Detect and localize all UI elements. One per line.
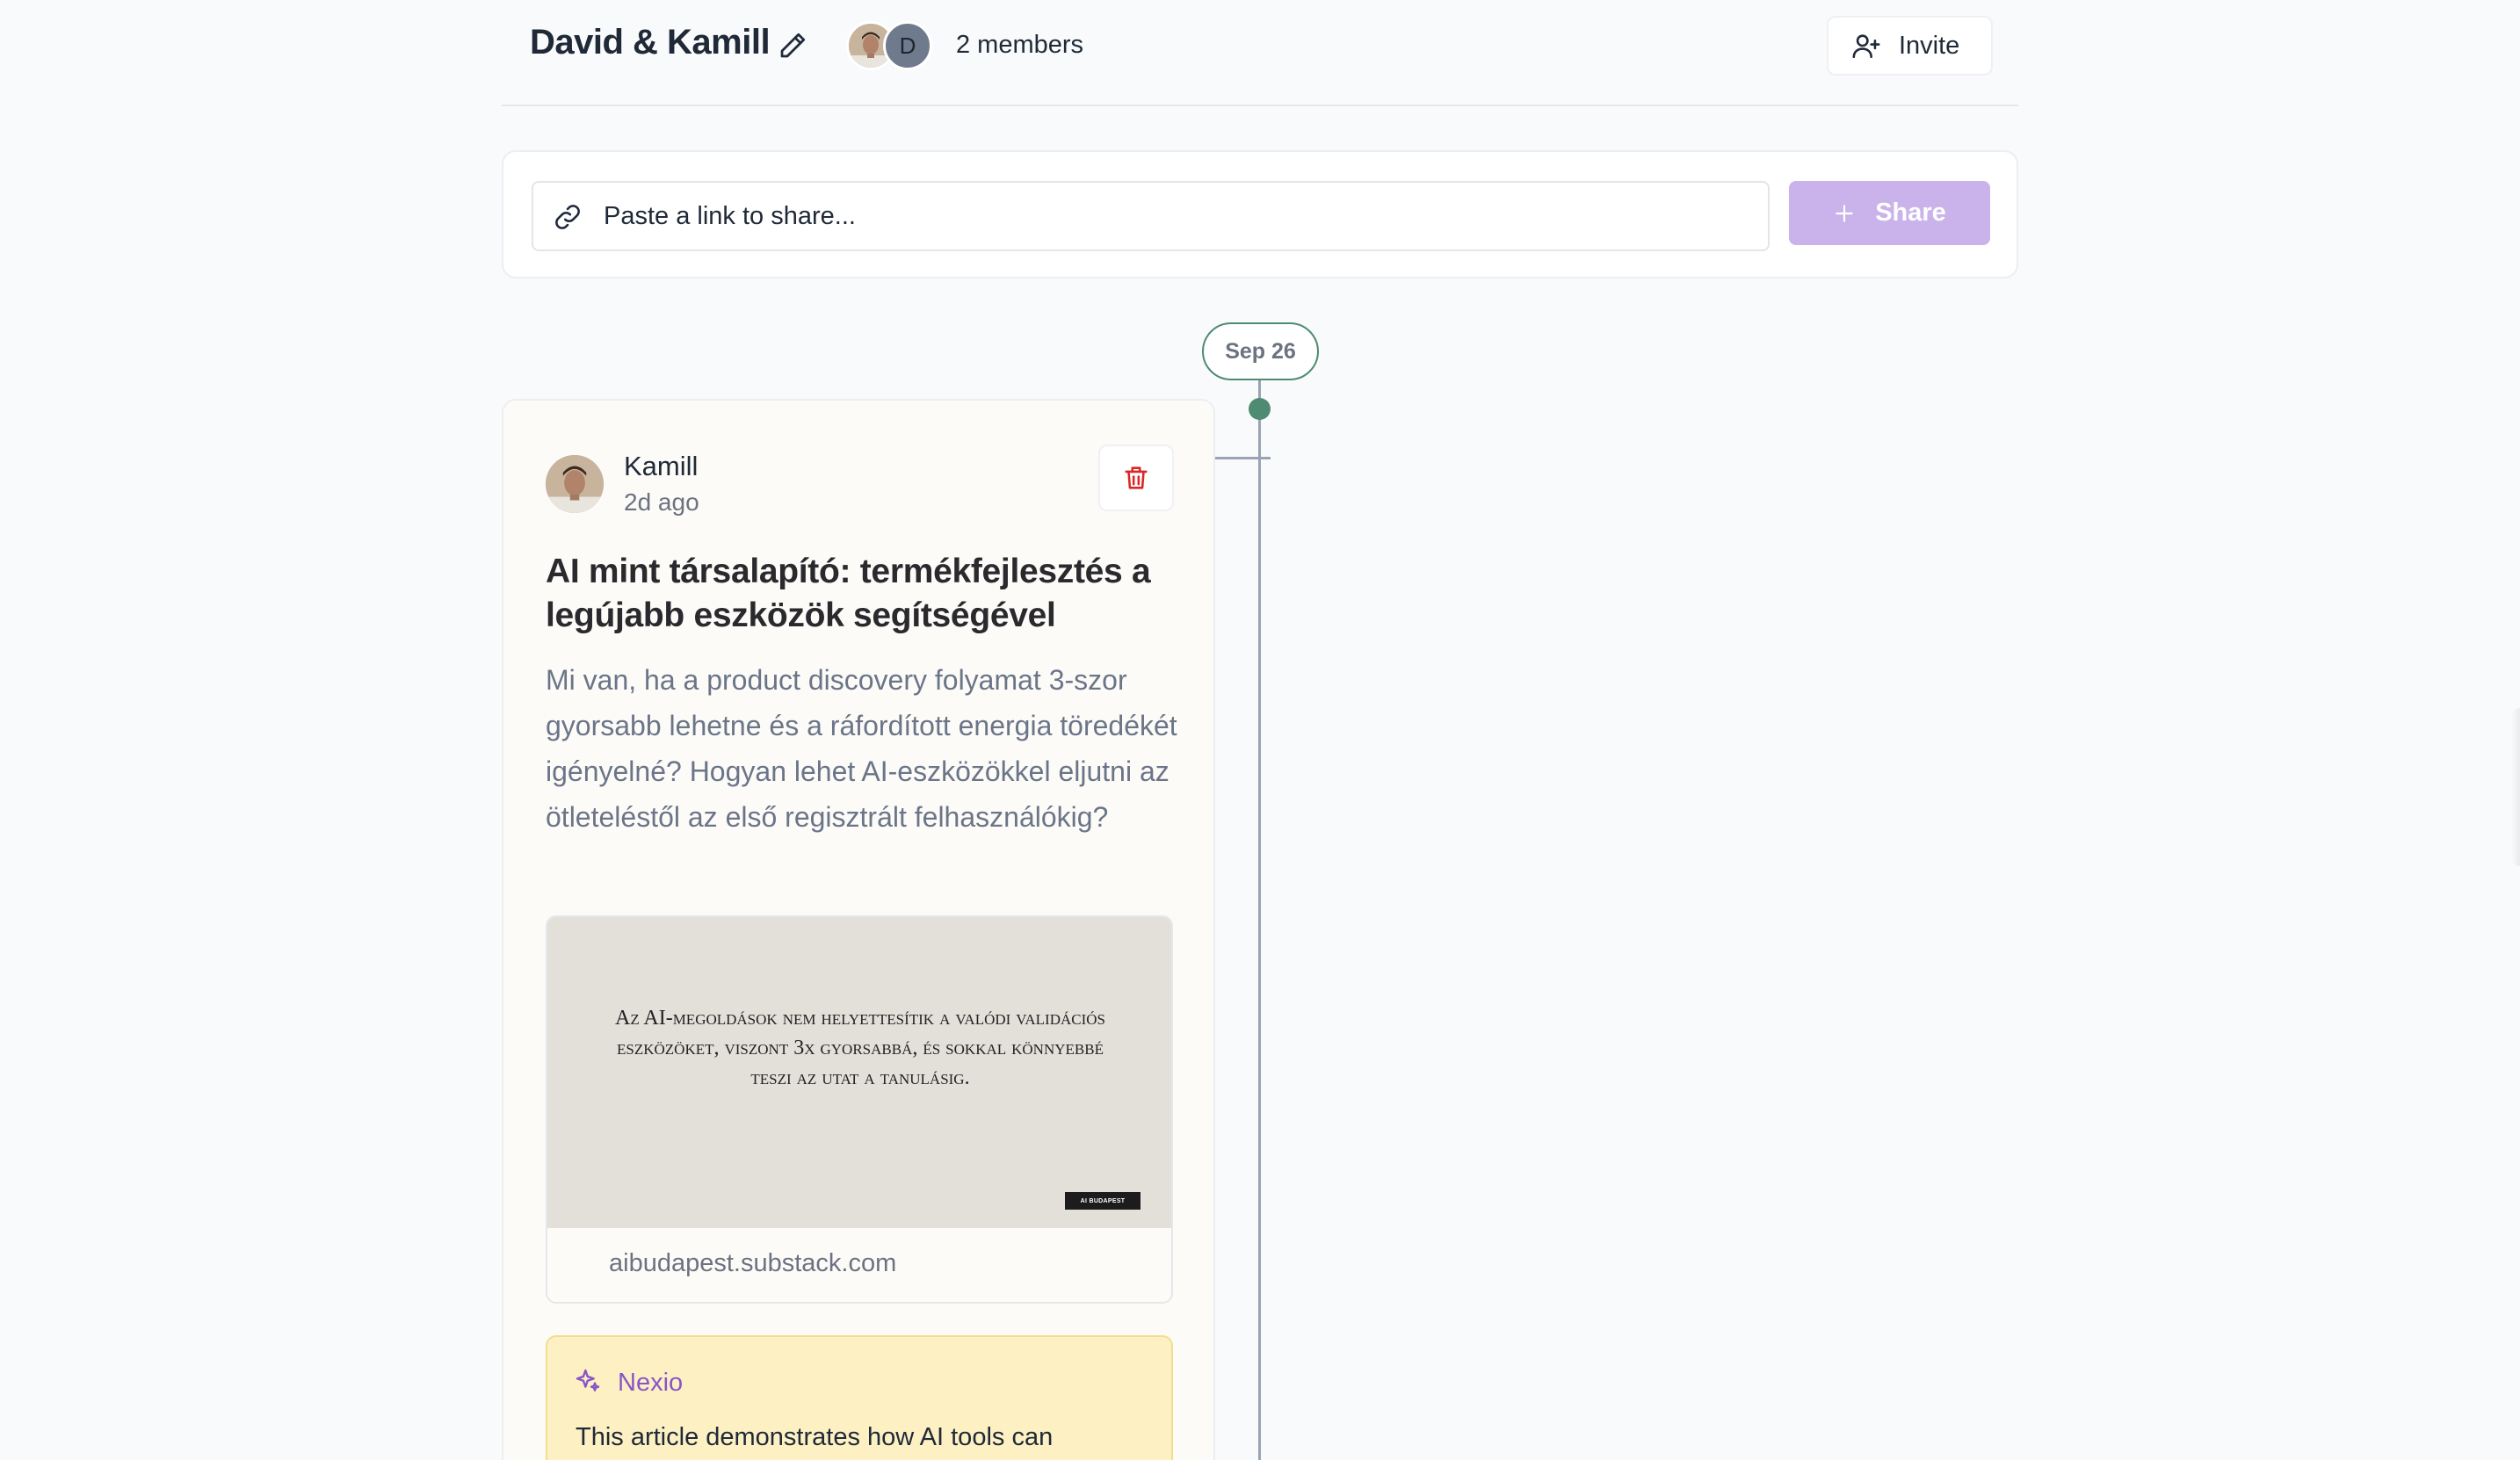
scroll-edge — [2511, 708, 2520, 866]
share-button[interactable]: Share — [1789, 181, 1990, 245]
post-card: Kamill 2d ago AI mint társalapító: termé… — [502, 399, 1215, 1460]
delete-button[interactable] — [1098, 445, 1174, 511]
link-preview[interactable]: Az AI-megoldások nem helyettesítik a val… — [546, 915, 1173, 1304]
members-count[interactable]: 2 members — [956, 31, 1083, 60]
invite-label: Invite — [1899, 31, 1960, 60]
author-avatar — [546, 455, 604, 513]
timeline-connector — [1214, 457, 1271, 459]
user-plus-icon — [1852, 34, 1880, 59]
share-card: Share — [502, 150, 2018, 278]
invite-button[interactable]: Invite — [1827, 16, 1993, 76]
post-time: 2d ago — [624, 488, 699, 516]
share-label: Share — [1875, 199, 1946, 227]
link-input-wrapper[interactable] — [532, 181, 1770, 251]
trash-icon — [1125, 466, 1148, 489]
group-header: David & Kamill D 2 members Invite — [502, 0, 2018, 106]
member-avatars[interactable]: D — [846, 21, 952, 70]
preview-image: Az AI-megoldások nem helyettesítik a val… — [547, 917, 1171, 1228]
page: David & Kamill D 2 members Invite Paste … — [0, 0, 2520, 1460]
author-name: Kamill — [624, 451, 699, 481]
preview-domain: aibudapest.substack.com — [609, 1249, 897, 1277]
group-title: David & Kamill — [530, 23, 771, 61]
date-pill: Sep 26 — [1202, 322, 1319, 380]
pencil-icon[interactable] — [777, 30, 808, 61]
preview-badge: AI BUDAPEST — [1065, 1192, 1141, 1210]
nexio-summary: Nexio This article demonstrates how AI t… — [546, 1335, 1173, 1460]
plus-icon — [1836, 204, 1853, 222]
timeline-dot — [1249, 398, 1271, 420]
preview-quote: Az AI-megoldások nem helyettesítik a val… — [614, 1007, 1105, 1089]
post-excerpt: Mi van, ha a product discovery folyamat … — [546, 664, 1177, 833]
link-icon — [555, 205, 580, 229]
sparkles-icon — [576, 1369, 600, 1391]
nexio-text: This article demonstrates how AI tools c… — [576, 1423, 1054, 1451]
link-input[interactable] — [604, 183, 1755, 249]
timeline-line — [1258, 379, 1261, 1460]
post-title[interactable]: AI mint társalapító: termékfejlesztés a … — [546, 550, 1178, 638]
nexio-name: Nexio — [618, 1369, 684, 1397]
avatar: D — [883, 21, 932, 70]
